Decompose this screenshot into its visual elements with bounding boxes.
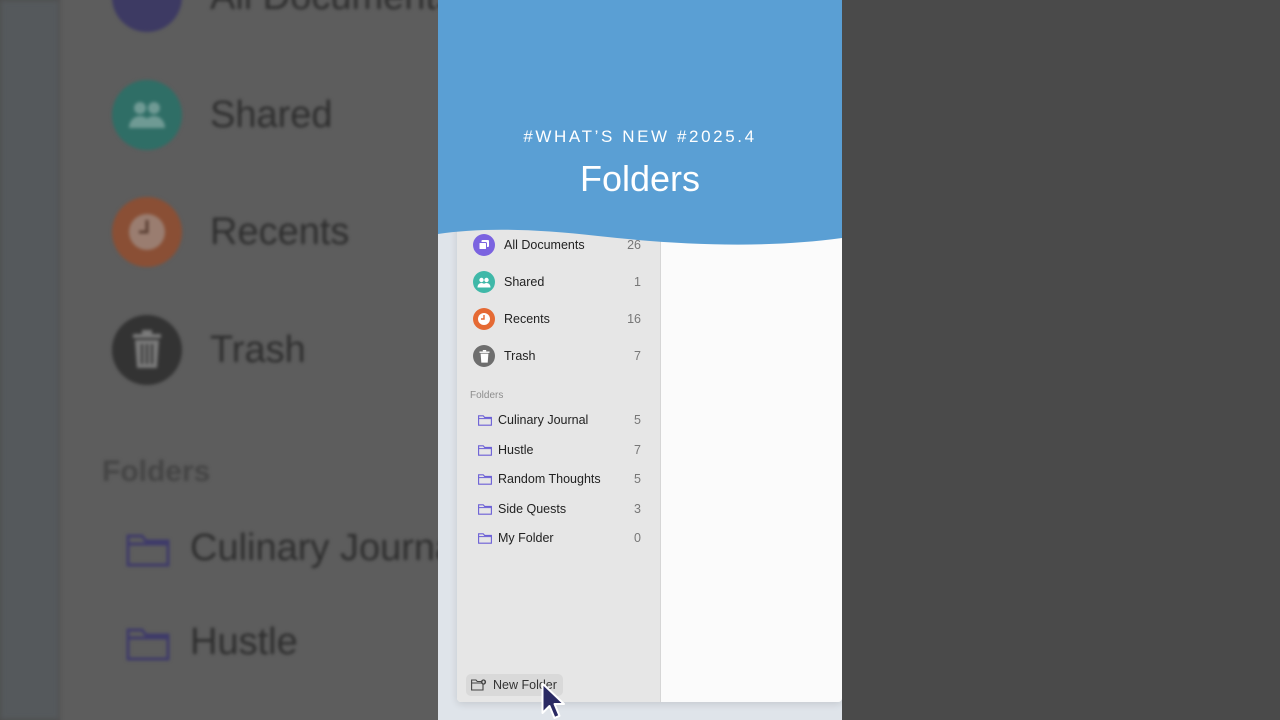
sidebar-item-shared[interactable]: Shared 1: [473, 269, 641, 295]
new-folder-icon: [471, 679, 487, 691]
people-icon: [473, 271, 495, 293]
background-folder-label: Culinary Journal: [190, 527, 438, 569]
folder-count: 0: [634, 531, 641, 545]
background-item-recents: Recents: [112, 197, 349, 267]
banner-tag: #WHAT’S NEW #2025.4: [523, 127, 757, 146]
background-folder-hustle: Hustle: [126, 621, 298, 664]
background-folder-label: Hustle: [190, 621, 298, 663]
clock-icon: [473, 308, 495, 330]
sidebar-item-label: Trash: [504, 349, 536, 363]
folder-icon: [126, 534, 170, 566]
folder-icon: [478, 414, 492, 426]
folder-item-hustle[interactable]: Hustle 7: [478, 439, 641, 461]
background-section-label: Folders: [102, 455, 211, 488]
sidebar-item-recents[interactable]: Recents 16: [473, 306, 641, 332]
trash-icon: [112, 315, 182, 385]
folder-label: Random Thoughts: [498, 472, 601, 486]
folder-icon: [126, 628, 170, 660]
sidebar: All Documents 26 Shared 1 Recents 16 Tra…: [457, 220, 661, 702]
background-folder-culinary: Culinary Journal: [126, 527, 438, 570]
mouse-cursor-icon: [541, 682, 565, 719]
trash-icon: [473, 345, 495, 367]
folder-label: Side Quests: [498, 502, 567, 516]
banner-title: Folders: [579, 158, 701, 199]
folder-icon: [478, 532, 492, 544]
folder-item-culinary-journal[interactable]: Culinary Journal 5: [478, 409, 641, 431]
folder-count: 3: [634, 502, 641, 516]
folder-item-my-folder[interactable]: My Folder 0: [478, 527, 641, 549]
sidebar-item-count: 16: [627, 312, 641, 326]
sidebar-item-count: 1: [634, 275, 641, 289]
folder-label: My Folder: [498, 531, 554, 545]
background-item-label: Shared: [210, 93, 333, 136]
sidebar-item-label: Shared: [504, 275, 545, 289]
documents-icon: [112, 0, 182, 32]
sidebar-item-count: 7: [634, 349, 641, 363]
background-item-shared: Shared: [112, 80, 333, 150]
folder-icon: [478, 473, 492, 485]
folder-count: 5: [634, 472, 641, 486]
folder-label: Culinary Journal: [498, 413, 589, 427]
background-strip: [0, 0, 60, 720]
people-icon: [112, 80, 182, 150]
folder-item-random-thoughts[interactable]: Random Thoughts 5: [478, 468, 641, 490]
promo-card: All Documents 26 Shared 1 Recents 16 Tra…: [438, 0, 842, 720]
background-item-all-documents: All Documents: [112, 0, 438, 32]
background-left: All Documents Shared Recents Trash Folde…: [0, 0, 438, 720]
folders-section-label: Folders: [470, 390, 504, 401]
background-item-trash: Trash: [112, 315, 306, 385]
sidebar-item-label: Recents: [504, 312, 550, 326]
folder-label: Hustle: [498, 443, 534, 457]
folder-item-side-quests[interactable]: Side Quests 3: [478, 498, 641, 520]
folder-count: 7: [634, 443, 641, 457]
folder-icon: [478, 444, 492, 456]
clock-icon: [112, 197, 182, 267]
folder-icon: [478, 503, 492, 515]
background-item-label: Recents: [210, 210, 350, 253]
promo-banner: #WHAT’S NEW #2025.4 Folders: [438, 0, 842, 260]
background-right: [842, 0, 1280, 720]
app-window: All Documents 26 Shared 1 Recents 16 Tra…: [457, 220, 842, 702]
sidebar-item-trash[interactable]: Trash 7: [473, 343, 641, 369]
folder-count: 5: [634, 413, 641, 427]
background-item-label: Trash: [210, 328, 306, 371]
content-pane: [661, 220, 842, 702]
background-item-label: All Documents: [210, 0, 438, 19]
